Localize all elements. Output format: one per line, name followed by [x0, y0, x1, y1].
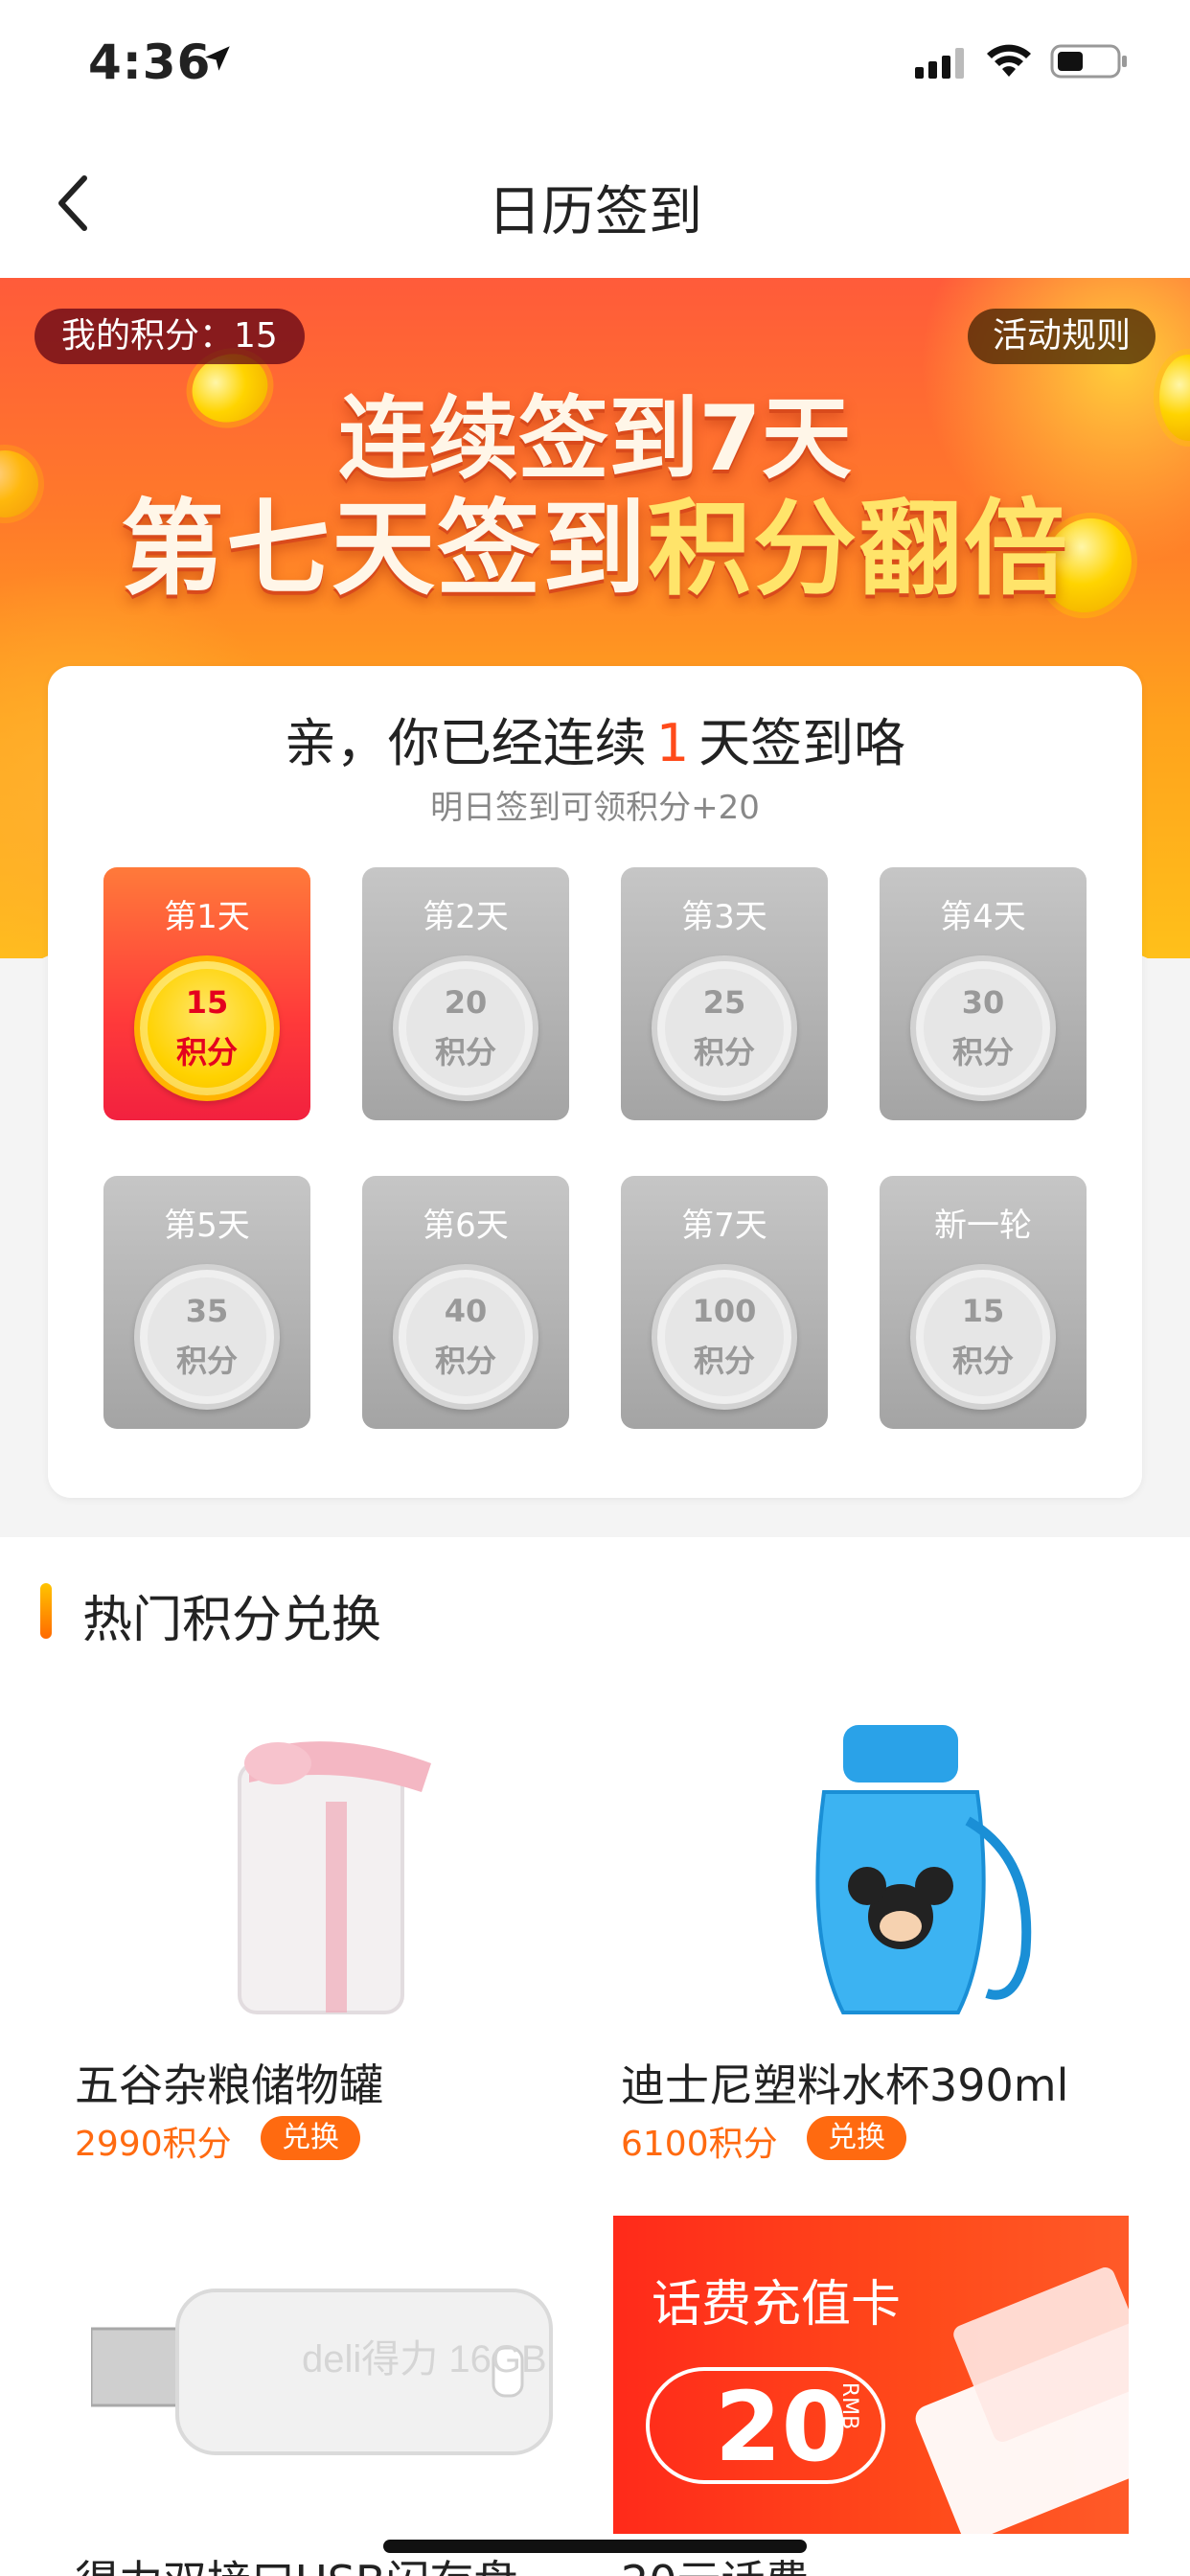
day-points: 30	[961, 984, 1005, 1021]
my-points-badge: 我的积分：15	[34, 309, 305, 364]
product-points: 2990积分	[75, 2125, 232, 2164]
headline-part: 第七天签到	[120, 490, 648, 610]
status-bar: 4:36	[0, 0, 1190, 126]
day-label: 第4天	[940, 898, 1026, 936]
day-points: 25	[702, 984, 746, 1021]
banner-headline-2: 第七天签到积分翻倍	[0, 466, 1190, 615]
day-cell[interactable]: 第2天 20 积分	[362, 867, 569, 1120]
day-label: 第1天	[164, 898, 250, 936]
day-points-unit: 积分	[434, 1343, 496, 1379]
nav-bar: 日历签到	[0, 126, 1190, 278]
day-label: 第3天	[681, 898, 767, 936]
streak-prefix: 亲，你已经连续	[284, 713, 647, 773]
day-points: 15	[961, 1293, 1005, 1329]
day-label: 第5天	[164, 1207, 250, 1245]
product-image[interactable]: deli得力 16GB	[91, 2281, 561, 2472]
activity-rules-button[interactable]: 活动规则	[967, 309, 1156, 364]
day-points-unit: 积分	[175, 1343, 238, 1379]
product-image[interactable]	[767, 1715, 1044, 2032]
topup-card-image[interactable]: 话费充值卡 20 RMB	[613, 2216, 1129, 2534]
product-name[interactable]: 迪士尼塑料水杯390ml	[621, 2051, 1068, 2114]
product-points: 6100积分	[621, 2125, 778, 2164]
day-points-unit: 积分	[951, 1343, 1014, 1379]
topup-value: 20	[715, 2371, 849, 2483]
page-title: 日历签到	[488, 181, 702, 243]
points-coin-icon: 15 积分	[134, 955, 280, 1101]
wifi-icon	[987, 44, 1031, 77]
exchange-button[interactable]: 兑换	[261, 2116, 360, 2160]
streak-title: 亲，你已经连续 1 天签到咯	[48, 701, 1142, 776]
day-label: 新一轮	[934, 1207, 1032, 1245]
day-points-unit: 积分	[434, 1034, 496, 1070]
product-name[interactable]: 五谷杂粮储物罐	[75, 2051, 383, 2114]
topup-title: 话费充值卡	[652, 2277, 902, 2333]
location-arrow-icon	[205, 46, 230, 71]
points-coin-icon: 100 积分	[652, 1264, 797, 1410]
exchange-button[interactable]: 兑换	[807, 2116, 906, 2160]
day-label: 第2天	[423, 898, 509, 936]
points-coin-icon: 15 积分	[910, 1264, 1056, 1410]
tomorrow-hint: 明日签到可领积分+20	[430, 789, 760, 827]
points-coin-icon: 35 积分	[134, 1264, 280, 1410]
streak-count: 1	[655, 713, 690, 773]
day-points: 20	[444, 984, 488, 1021]
section-title: 热门积分兑换	[82, 1592, 382, 1649]
points-coin-icon: 20 积分	[393, 955, 538, 1101]
battery-icon	[1050, 44, 1127, 79]
usb-brand-text: deli得力 16GB	[302, 2338, 547, 2380]
section-accent-bar	[40, 1583, 52, 1639]
points-coin-icon: 25 积分	[652, 955, 797, 1101]
headline-highlight: 积分翻倍	[648, 490, 1070, 610]
day-cell[interactable]: 第1天 15 积分	[103, 867, 310, 1120]
page: 4:36 日历签到 我的积分：15 活动规则 连续签到7天 第七天签到积分翻倍 …	[0, 0, 1190, 2576]
day-cell[interactable]: 新一轮 15 积分	[880, 1176, 1087, 1429]
day-points: 15	[185, 984, 229, 1021]
product-image[interactable]	[211, 1725, 450, 2022]
day-cell[interactable]: 第4天 30 积分	[880, 867, 1087, 1120]
day-points-unit: 积分	[693, 1343, 755, 1379]
day-label: 第7天	[681, 1207, 767, 1245]
signin-card: 亲，你已经连续 1 天签到咯 明日签到可领积分+20 第1天 15 积分 第2天 20 积分第…	[48, 666, 1142, 1498]
day-points: 100	[692, 1293, 757, 1329]
day-points: 40	[444, 1293, 488, 1329]
points-coin-icon: 40 积分	[393, 1264, 538, 1410]
day-points-unit: 积分	[693, 1034, 755, 1070]
day-cell[interactable]: 第6天 40 积分	[362, 1176, 569, 1429]
topup-unit: RMB	[837, 2381, 862, 2430]
day-points: 35	[185, 1293, 229, 1329]
cellular-signal-icon	[915, 48, 964, 79]
day-cell[interactable]: 第3天 25 积分	[621, 867, 828, 1120]
day-cell[interactable]: 第7天 100 积分	[621, 1176, 828, 1429]
points-coin-icon: 30 积分	[910, 955, 1056, 1101]
day-cell[interactable]: 第5天 35 积分	[103, 1176, 310, 1429]
status-time: 4:36	[88, 34, 212, 90]
streak-suffix: 天签到咯	[698, 713, 906, 773]
day-label: 第6天	[423, 1207, 509, 1245]
day-points-unit: 积分	[175, 1034, 238, 1070]
day-points-unit: 积分	[951, 1034, 1014, 1070]
home-indicator[interactable]	[383, 2540, 807, 2553]
